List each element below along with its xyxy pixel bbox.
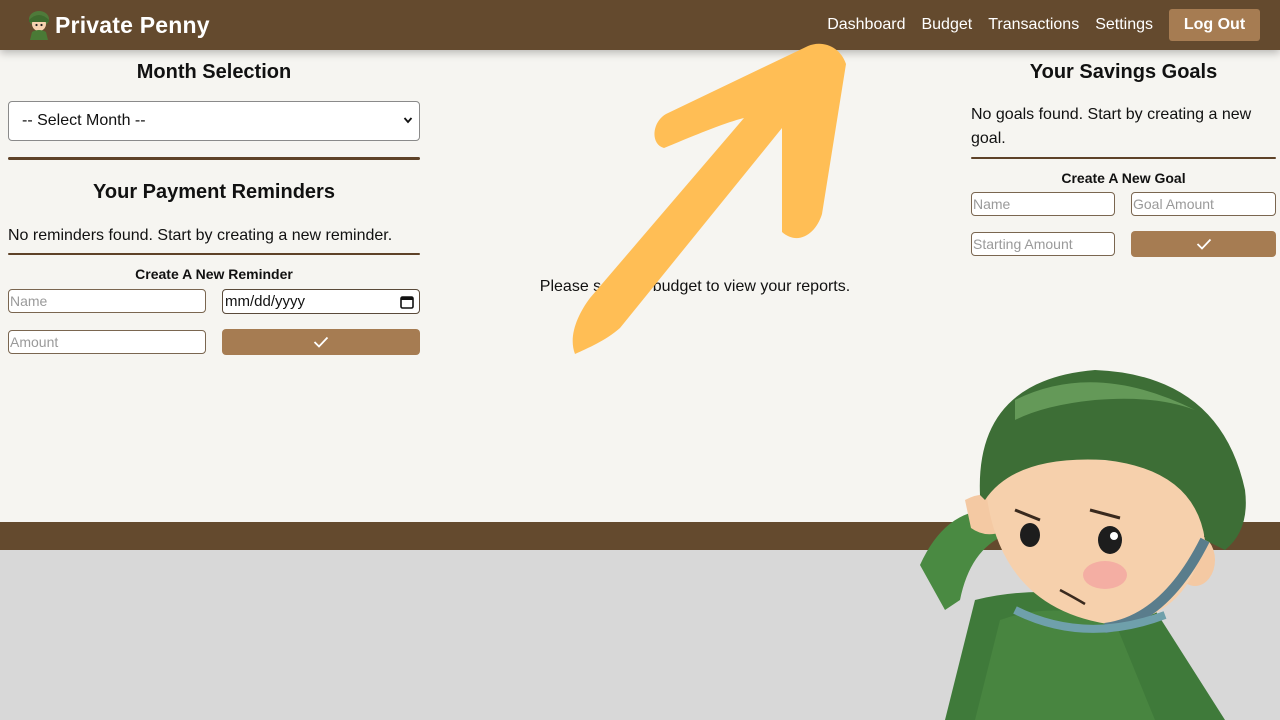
annotation-arrow-icon [572, 43, 846, 354]
reminder-submit-button[interactable] [222, 329, 420, 355]
goals-empty-text: No goals found. Start by creating a new … [971, 106, 1252, 147]
brand-name: Private Penny [55, 11, 210, 38]
nav-budget[interactable]: Budget [921, 16, 972, 34]
checkmark-icon [313, 336, 329, 348]
savings-goals-title: Your Savings Goals [1029, 61, 1218, 83]
nav-settings[interactable]: Settings [1095, 16, 1153, 34]
month-select-value: -- Select Month -- [22, 112, 146, 129]
reminders-title: Your Payment Reminders [93, 181, 335, 203]
reminder-date-input[interactable]: mm/dd/yyyy [222, 289, 420, 314]
month-selection-title: Month Selection [136, 61, 292, 83]
reminder-name-input[interactable] [8, 289, 206, 313]
nav-dashboard[interactable]: Dashboard [827, 16, 905, 34]
reminders-empty-text: No reminders found. Start by creating a … [8, 227, 393, 244]
goal-amount-input[interactable] [1131, 192, 1276, 216]
goals-divider [971, 157, 1276, 159]
reminder-form-title: Create A New Reminder [135, 266, 293, 282]
goal-starting-amount-input[interactable] [971, 232, 1115, 256]
logout-button[interactable]: Log Out [1169, 9, 1260, 41]
soldier-mascot-icon [920, 370, 1246, 720]
reminders-divider [8, 253, 420, 255]
nav-links: Dashboard Budget Transactions Settings L… [827, 9, 1260, 41]
month-select[interactable]: -- Select Month -- [8, 101, 420, 141]
goal-name-input[interactable] [971, 192, 1115, 216]
reminder-amount-input[interactable] [8, 330, 206, 354]
chevron-down-icon [403, 117, 413, 124]
section-divider [8, 157, 420, 160]
goal-submit-button[interactable] [1131, 231, 1276, 257]
brand[interactable]: Private Penny [26, 10, 210, 40]
nav-transactions[interactable]: Transactions [988, 16, 1079, 34]
reminder-date-placeholder: mm/dd/yyyy [225, 293, 306, 310]
checkmark-icon [1196, 238, 1211, 250]
goal-form-title: Create A New Goal [1061, 170, 1186, 186]
calendar-icon [400, 296, 414, 309]
soldier-logo-icon [29, 11, 49, 40]
